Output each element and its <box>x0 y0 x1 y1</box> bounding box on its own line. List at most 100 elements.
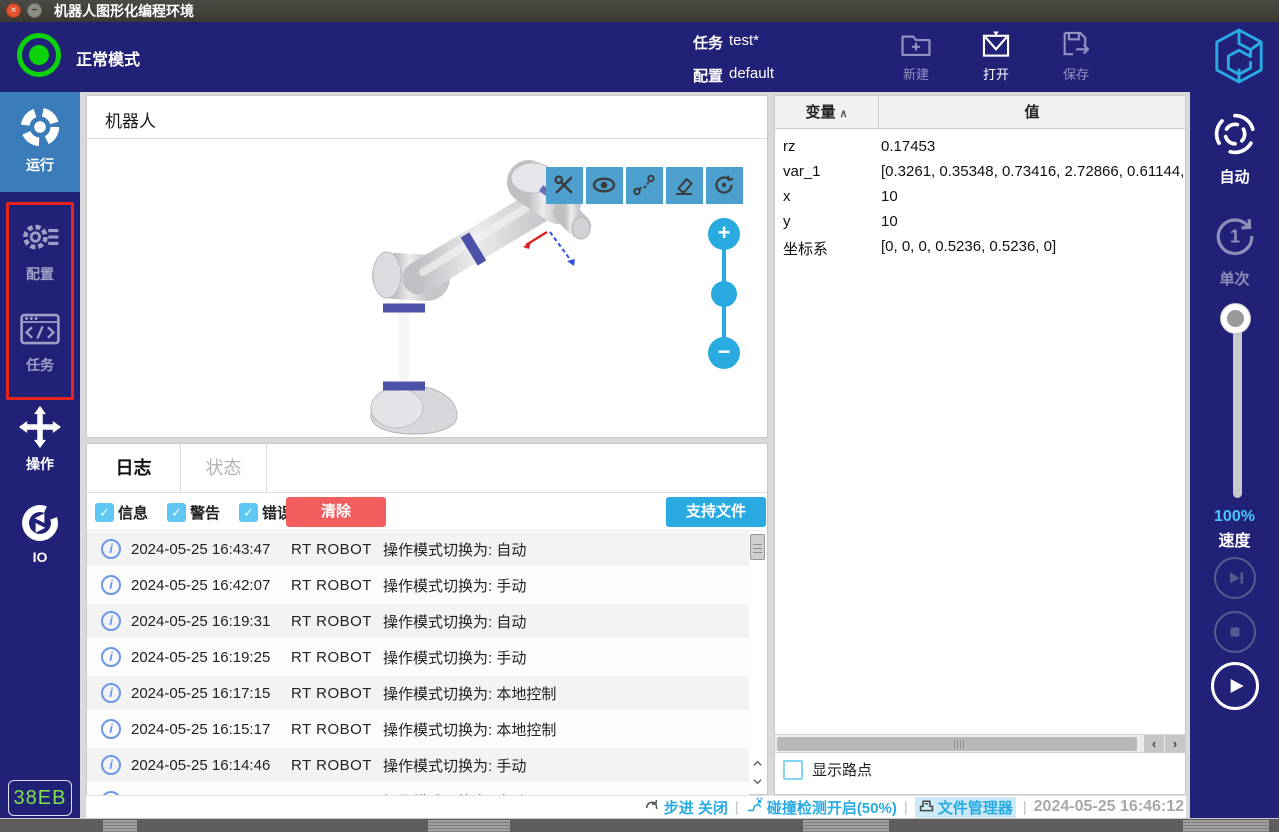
step-mode-status[interactable]: 步进 关闭 <box>644 797 728 818</box>
view-path-button[interactable] <box>626 167 663 204</box>
log-row[interactable]: i 2024-05-25 16:43:47 RT ROBOT 操作模式切换为: … <box>87 532 749 566</box>
stop-button[interactable] <box>1214 611 1256 653</box>
eraser-icon <box>666 173 703 197</box>
view-tools-button[interactable] <box>546 167 583 204</box>
mode-auto-button[interactable]: 自动 <box>1190 108 1279 187</box>
log-time: 2024-05-25 16:14:46 <box>131 756 271 774</box>
speed-value: 100% <box>1214 508 1255 525</box>
log-message: 操作模式切换为: 本地控制 <box>383 721 557 739</box>
log-row[interactable]: i 2024-05-25 16:42:07 RT ROBOT 操作模式切换为: … <box>87 568 749 602</box>
variable-value: 10 <box>881 213 898 230</box>
show-waypoints-option[interactable]: ✓ 显示路点 <box>783 759 872 780</box>
step-mode-label: 步进 关闭 <box>663 799 728 817</box>
zoom-out-button[interactable]: − <box>708 337 740 369</box>
variable-name: y <box>783 213 791 230</box>
run-label: 运行 <box>26 157 54 173</box>
path-icon <box>626 173 663 197</box>
table-row[interactable]: var_1 [0.3261, 0.35348, 0.73416, 2.72866… <box>775 161 1185 186</box>
variable-name: x <box>783 188 791 205</box>
variable-name: 坐标系 <box>783 241 829 258</box>
log-row[interactable]: i 2024-05-25 16:19:31 RT ROBOT 操作模式切换为: … <box>87 604 749 638</box>
view-eraser-button[interactable] <box>666 167 703 204</box>
sidebar-item-config[interactable]: 配置 <box>0 215 80 284</box>
table-row[interactable]: x 10 <box>775 186 1185 211</box>
collision-detection-label: 碰撞检测开启(50%) <box>766 799 897 817</box>
log-source: RT ROBOT <box>291 540 372 558</box>
window-close-button[interactable]: × <box>6 3 21 18</box>
log-row[interactable]: i 2024-05-25 16:15:17 RT ROBOT 操作模式切换为: … <box>87 712 749 746</box>
open-button[interactable]: 打开 <box>964 28 1028 83</box>
sidebar-item-operate[interactable]: 操作 <box>0 405 80 474</box>
log-row[interactable]: i 2024-05-25 16:19:25 RT ROBOT 操作模式切换为: … <box>87 640 749 674</box>
tcp-frame-axes <box>523 230 575 266</box>
log-row[interactable]: i 2024-05-25 16:17:15 RT ROBOT 操作模式切换为: … <box>87 676 749 710</box>
show-waypoints-checkbox[interactable]: ✓ <box>783 759 803 780</box>
table-row[interactable]: rz 0.17453 <box>775 136 1185 161</box>
log-row[interactable]: i 2024-05-25 16:14:46 RT ROBOT 操作模式切换为: … <box>87 748 749 782</box>
window-titlebar: × − 机器人图形化编程环境 <box>0 0 1279 22</box>
bottom-desktop-strip <box>0 818 1279 832</box>
mode-indicator-icon <box>17 33 61 77</box>
table-row[interactable]: y 10 <box>775 211 1185 236</box>
speed-slider-handle[interactable] <box>1221 304 1250 333</box>
file-manager-button[interactable]: 文件管理器 <box>914 796 1016 818</box>
hscroll-left-button[interactable]: ‹ <box>1144 735 1164 753</box>
log-scroll-down-button[interactable] <box>750 773 765 790</box>
log-row[interactable]: i 2024-05-25 16:14:26 RT ROBOT 操作模式切换为: … <box>87 784 749 795</box>
info-checkbox[interactable]: ✓ <box>95 503 114 522</box>
support-files-button[interactable]: 支持文件 <box>666 497 766 527</box>
log-panel: 日志 状态 ✓ 信息 ✓ 警告 ✓ 错误 清除 支持文件 i 2024-05-2… <box>86 443 768 795</box>
window-title: 机器人图形化编程环境 <box>54 3 194 19</box>
filter-info[interactable]: ✓ 信息 <box>95 502 148 523</box>
brand-logo-icon <box>1212 26 1266 86</box>
tab-status[interactable]: 状态 <box>181 444 267 493</box>
mode-label: 正常模式 <box>76 52 141 69</box>
mode-single-button[interactable]: 1 单次 <box>1190 210 1279 289</box>
error-checkbox[interactable]: ✓ <box>239 503 258 522</box>
save-button[interactable]: 保存 <box>1044 28 1108 83</box>
auto-swirl-icon <box>1190 108 1279 160</box>
table-row[interactable]: 坐标系 [0, 0, 0, 0.5236, 0.5236, 0] <box>775 236 1185 261</box>
step-arrow-icon <box>644 797 661 818</box>
warning-checkbox[interactable]: ✓ <box>167 503 186 522</box>
filter-error[interactable]: ✓ 错误 <box>239 502 292 523</box>
sidebar-item-run[interactable]: 运行 <box>0 92 80 192</box>
log-source: RT ROBOT <box>291 648 372 666</box>
column-header-variable[interactable]: 变量 ∧ <box>775 96 879 129</box>
variable-value: 10 <box>881 188 898 205</box>
single-label: 单次 <box>1219 271 1250 288</box>
variable-name: var_1 <box>783 163 821 180</box>
log-scrollbar-thumb[interactable] <box>750 534 765 560</box>
zoom-slider-handle[interactable] <box>711 281 737 307</box>
sidebar-item-task[interactable]: 任务 <box>0 308 80 375</box>
info-icon: i <box>101 683 121 703</box>
collision-icon <box>746 796 764 818</box>
filter-warning[interactable]: ✓ 警告 <box>167 502 220 523</box>
hscroll-thumb[interactable] <box>777 737 1137 751</box>
sort-caret-icon: ∧ <box>839 108 848 120</box>
speed-slider-track[interactable] <box>1233 318 1242 498</box>
view-visibility-button[interactable] <box>586 167 623 204</box>
robot-view-panel: 机器人 + − <box>86 95 768 438</box>
log-scroll-up-button[interactable] <box>750 755 765 772</box>
sidebar-item-io[interactable]: IO <box>0 502 80 565</box>
view-rotate-button[interactable] <box>706 167 743 204</box>
run-icon <box>0 104 80 150</box>
step-forward-button[interactable] <box>1214 557 1256 599</box>
hscroll-right-button[interactable]: › <box>1165 735 1185 753</box>
new-button[interactable]: 新建 <box>884 28 948 83</box>
clear-button[interactable]: 清除 <box>286 497 386 527</box>
collision-detection-status[interactable]: 碰撞检测开启(50%) <box>746 796 897 818</box>
tab-log[interactable]: 日志 <box>87 444 181 493</box>
window-minimize-button[interactable]: − <box>27 3 42 18</box>
move-arrows-icon <box>0 405 80 449</box>
variables-horizontal-scrollbar: ‹ › <box>775 734 1185 753</box>
zoom-in-button[interactable]: + <box>708 218 740 250</box>
right-sidebar: 自动 1 单次 100% 速度 <box>1190 92 1279 818</box>
log-message: 操作模式切换为: 手动 <box>383 757 527 775</box>
status-separator: | <box>1022 798 1027 816</box>
eye-icon <box>586 173 623 197</box>
play-button[interactable] <box>1211 662 1259 710</box>
skip-icon <box>1216 566 1254 590</box>
variable-name: rz <box>783 138 796 155</box>
